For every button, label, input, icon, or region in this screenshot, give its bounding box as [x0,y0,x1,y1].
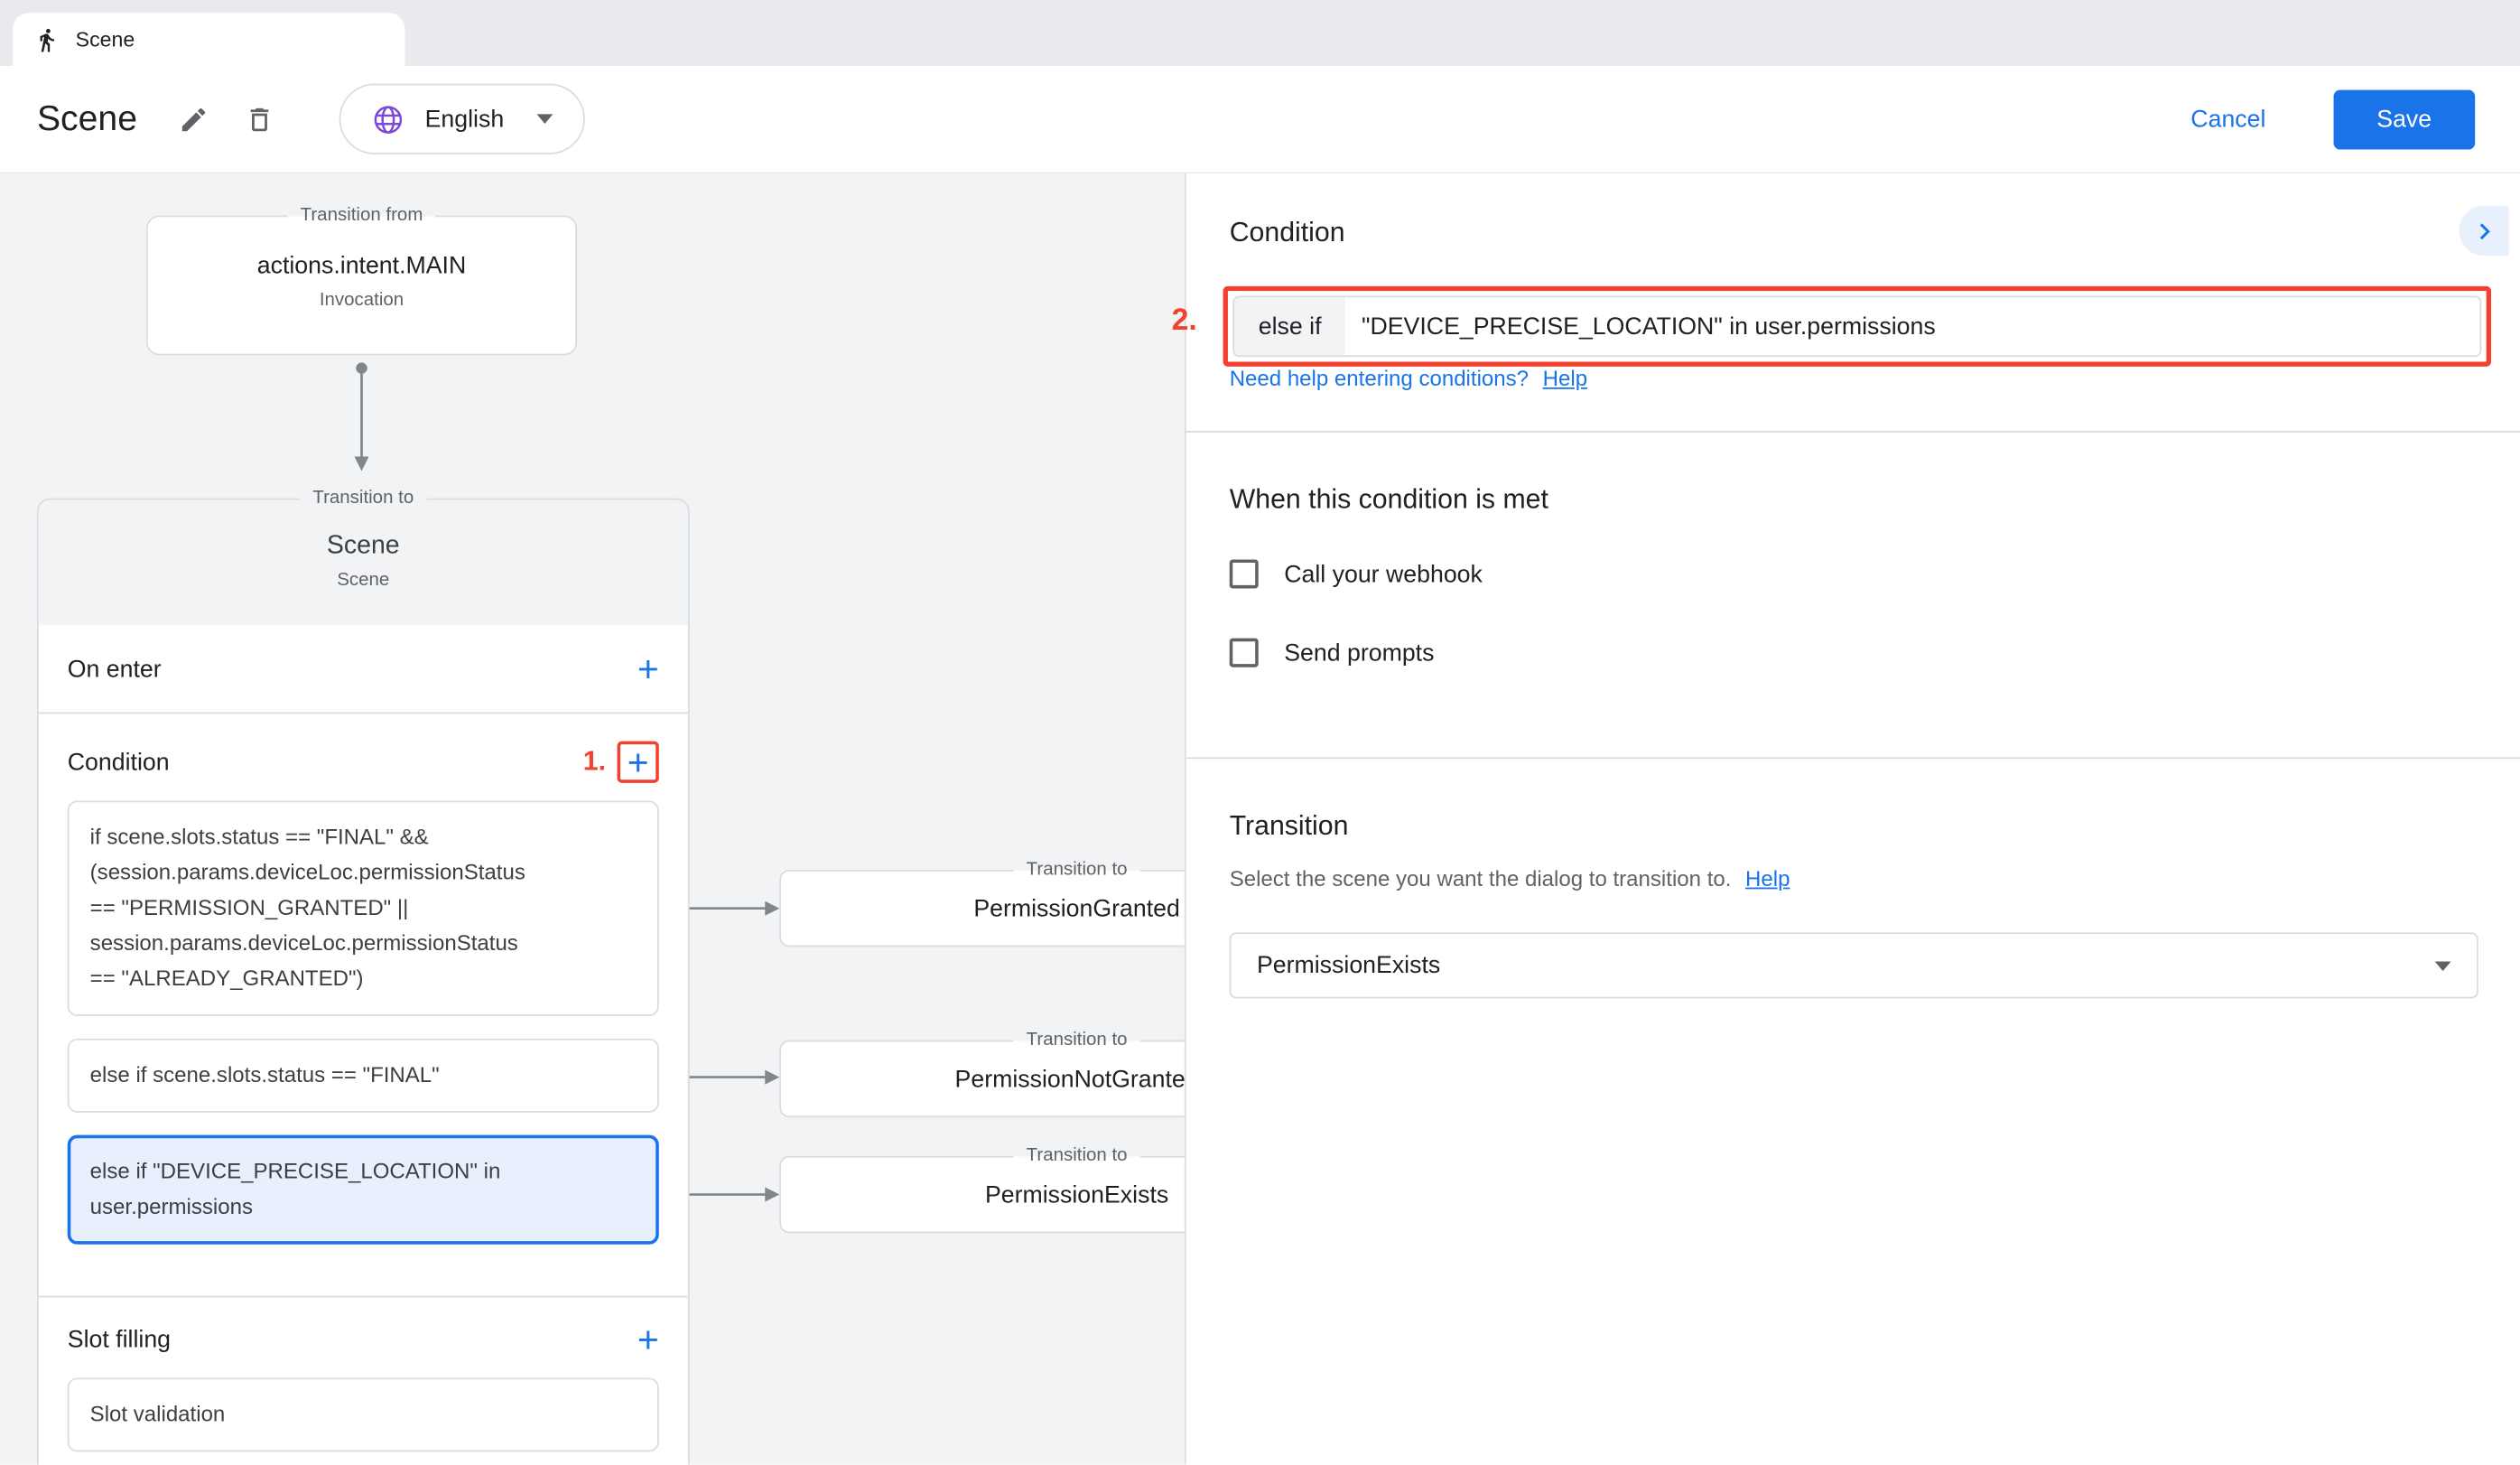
tab-label: Scene [76,27,135,51]
chevron-right-icon [2468,215,2500,247]
scene-card: Transition to Scene Scene On enter + Con… [37,499,690,1465]
webhook-checkbox[interactable] [1230,559,1259,588]
condition-section-header: Condition 1. + [68,733,659,791]
condition-heading: Condition [1230,217,1345,249]
webhook-option[interactable]: Call your webhook [1230,559,1483,588]
condition-item-1[interactable]: if scene.slots.status == "FINAL" && (ses… [68,800,659,1016]
transition-description-text: Select the scene you want the dialog to … [1230,866,1732,891]
condition-editor: else if "DEVICE_PRECISE_LOCATION" in use… [1232,296,2481,358]
edit-icon[interactable] [179,104,209,135]
slot-filling-label: Slot filling [68,1326,171,1353]
condition-help-link[interactable]: Help [1543,367,1587,391]
invocation-intent: actions.intent.MAIN [148,252,575,279]
slot-validation-item[interactable]: Slot validation [68,1377,659,1451]
target-name: PermissionGranted [973,895,1180,922]
scene-card-header[interactable]: Scene Scene [39,500,688,626]
language-label: English [425,106,505,133]
chevron-down-icon [536,114,553,124]
annotation-box-2: else if "DEVICE_PRECISE_LOCATION" in use… [1223,286,2491,367]
on-enter-label: On enter [68,655,162,682]
add-on-enter-button[interactable]: + [637,650,659,687]
send-prompts-checkbox[interactable] [1230,639,1259,667]
scene-card-title: Scene [39,532,688,561]
annotation-1: 1. [583,746,606,779]
app-window: Scene Scene English Cancel Save Transiti… [0,0,2520,1465]
transition-to-label: Transition to [1013,1027,1139,1054]
condition-label: Condition [68,749,170,776]
operator-chip[interactable]: else if [1234,297,1345,355]
add-slot-button[interactable]: + [637,1320,659,1358]
send-prompts-option[interactable]: Send prompts [1230,639,1435,667]
transition-from-label: Transition from [287,202,435,229]
on-enter-row: On enter + [39,625,688,714]
send-prompts-label: Send prompts [1284,639,1434,667]
transition-scene-value: PermissionExists [1257,952,1440,979]
dropdown-caret-icon [2435,961,2451,971]
transition-help-link[interactable]: Help [1745,866,1790,891]
transition-to-label: Transition to [300,486,426,513]
add-condition-button[interactable]: + [628,743,649,780]
transition-to-label: Transition to [1013,857,1139,884]
transition-to-label: Transition to [1013,1143,1139,1171]
header: Scene English Cancel Save [0,66,2520,173]
language-selector[interactable]: English [339,84,584,154]
condition-expression-input[interactable]: "DEVICE_PRECISE_LOCATION" in user.permis… [1345,297,2479,355]
transition-heading: Transition [1230,810,1349,843]
webhook-label: Call your webhook [1284,560,1483,587]
walk-icon [33,26,59,51]
globe-icon [372,102,405,135]
detail-panel: Condition 2. else if "DEVICE_PRECISE_LOC… [1185,173,2520,1464]
scene-canvas: Transition from actions.intent.MAIN Invo… [0,173,2520,1464]
condition-section: Condition 1. + if scene.slots.status == … [39,714,688,1297]
annotation-box-1: + [618,742,659,783]
target-name: PermissionNotGranted [955,1065,1199,1092]
transition-scene-dropdown[interactable]: PermissionExists [1230,932,2478,998]
tab-scene[interactable]: Scene [13,13,405,66]
node-invocation[interactable]: Transition from actions.intent.MAIN Invo… [146,216,577,356]
invocation-subtitle: Invocation [148,291,575,310]
help-prompt-text: Need help entering conditions? [1230,367,1529,391]
connector-vertical [352,360,371,489]
condition-item-2[interactable]: else if scene.slots.status == "FINAL" [68,1039,659,1113]
slot-filling-header: Slot filling + [68,1311,659,1368]
target-name: PermissionExists [985,1180,1168,1208]
transition-description: Select the scene you want the dialog to … [1230,866,1790,891]
scene-card-subtitle: Scene [39,571,688,590]
cancel-button[interactable]: Cancel [2190,106,2265,133]
tab-bar: Scene [0,0,2520,66]
when-met-heading: When this condition is met [1230,484,1548,517]
delete-icon[interactable] [245,104,275,135]
panel-divider-2 [1186,757,2520,759]
save-button[interactable]: Save [2333,89,2475,149]
collapse-panel-button[interactable] [2459,206,2508,256]
condition-item-3-selected[interactable]: else if "DEVICE_PRECISE_LOCATION" in use… [68,1135,659,1245]
page-title: Scene [37,98,137,140]
condition-help-line: Need help entering conditions? Help [1230,367,1587,391]
slot-filling-section: Slot filling + Slot validation [39,1297,688,1464]
annotation-2: 2. [1172,303,1197,339]
panel-divider-1 [1186,431,2520,433]
